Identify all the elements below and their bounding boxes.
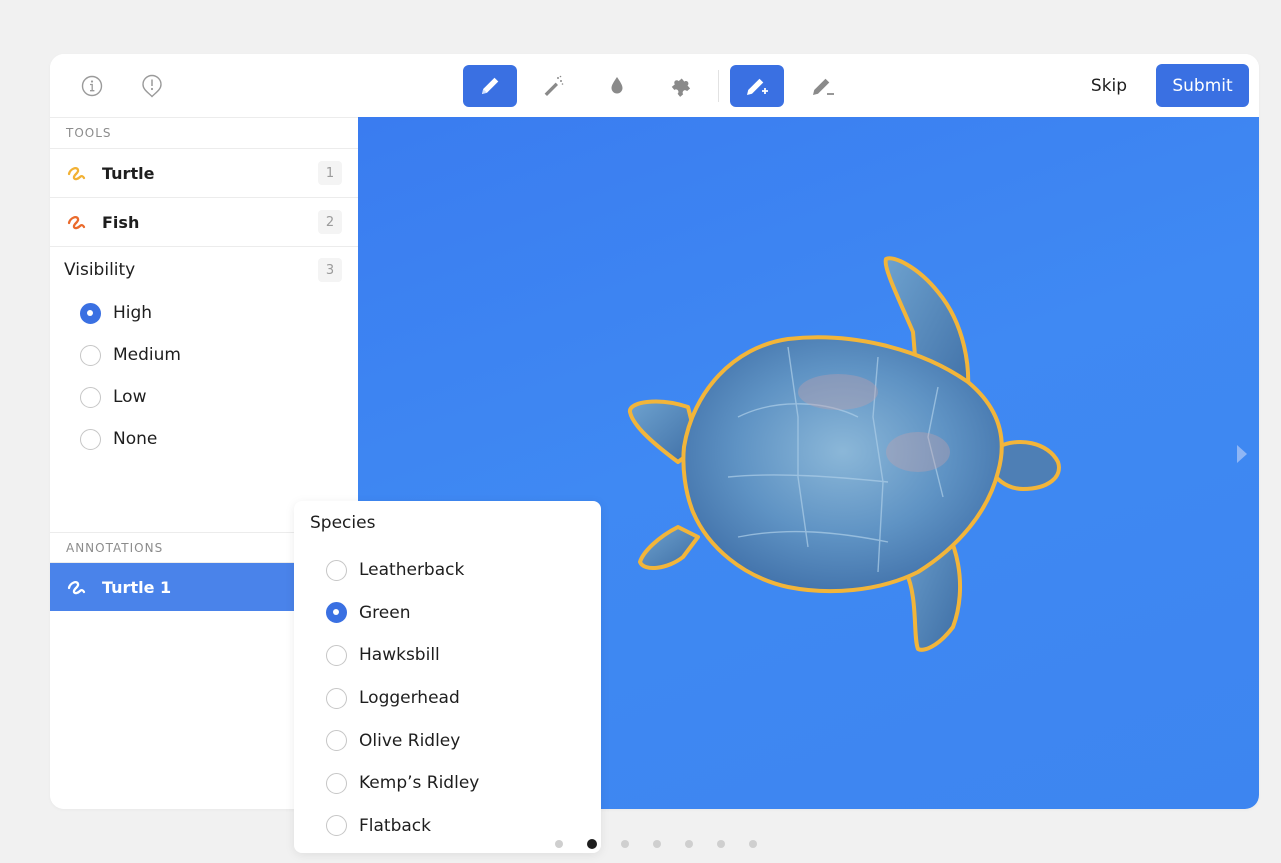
visibility-option-medium[interactable]: Medium [50, 334, 358, 376]
pencil-tool-button[interactable] [463, 65, 517, 107]
pagination-dots [555, 839, 781, 849]
radio-button[interactable] [80, 386, 101, 408]
page-dot-active[interactable] [587, 839, 597, 849]
remove-point-tool-button[interactable] [796, 65, 850, 107]
toolbar-divider [718, 70, 719, 102]
page-dot[interactable] [685, 840, 693, 848]
radio-button[interactable] [326, 815, 347, 837]
tool-item-label: Fish [102, 212, 140, 232]
radio-button[interactable] [326, 730, 347, 752]
page-dot[interactable] [653, 840, 661, 848]
visibility-title: Visibility 3 [50, 247, 358, 292]
species-option-olive-ridley[interactable]: Olive Ridley [326, 719, 479, 762]
tool-item-label: Turtle [102, 163, 155, 183]
species-popup: Species Leatherback Green Hawksbill Logg… [294, 501, 601, 853]
species-title: Species [310, 513, 376, 533]
shortcut-badge: 2 [318, 210, 342, 234]
radio-label: Olive Ridley [359, 730, 461, 751]
tool-item-turtle[interactable]: Turtle 1 [50, 149, 358, 198]
warning-icon[interactable] [140, 74, 164, 98]
radio-button[interactable] [326, 559, 347, 581]
magic-wand-tool-button[interactable] [526, 65, 580, 107]
visibility-option-none[interactable]: None [50, 418, 358, 460]
radio-label: Flatback [359, 815, 431, 836]
annotation-label: Turtle 1 [102, 577, 172, 597]
visibility-label: Visibility [64, 259, 136, 280]
radio-button[interactable] [326, 602, 347, 624]
drop-icon [611, 77, 623, 94]
puzzle-icon [671, 78, 691, 97]
page-dot[interactable] [555, 840, 563, 848]
add-point-tool-button[interactable] [730, 65, 784, 107]
shortcut-badge: 1 [318, 161, 342, 185]
toolbar: Skip Submit [50, 54, 1259, 117]
species-option-green[interactable]: Green [326, 592, 479, 635]
radio-label: Leatherback [359, 560, 465, 581]
radio-button[interactable] [326, 687, 347, 709]
tool-item-fish[interactable]: Fish 2 [50, 198, 358, 247]
radio-label: Hawksbill [359, 645, 440, 666]
next-image-arrow-icon[interactable] [1234, 442, 1250, 466]
radio-label: Green [359, 602, 411, 623]
radio-label: Low [113, 387, 147, 407]
pencil-plus-icon [747, 78, 768, 95]
freehand-icon [67, 581, 86, 595]
visibility-option-low[interactable]: Low [50, 376, 358, 418]
skip-button[interactable]: Skip [1080, 68, 1138, 104]
page-dot[interactable] [749, 840, 757, 848]
pencil-minus-icon [813, 78, 834, 95]
page-dot[interactable] [621, 840, 629, 848]
visibility-option-high[interactable]: High [50, 292, 358, 334]
shortcut-badge: 3 [318, 258, 342, 282]
radio-button[interactable] [80, 344, 101, 366]
freehand-icon [67, 216, 86, 230]
species-option-hawksbill[interactable]: Hawksbill [326, 634, 479, 677]
magic-wand-icon [544, 75, 564, 96]
radio-label: Medium [113, 345, 181, 365]
tools-section-header: TOOLS [50, 118, 358, 149]
page-dot[interactable] [717, 840, 725, 848]
radio-label: Loggerhead [359, 688, 460, 709]
species-option-kemps-ridley[interactable]: Kemp’s Ridley [326, 762, 479, 805]
radio-button[interactable] [80, 428, 101, 450]
radio-button[interactable] [326, 644, 347, 666]
radio-button[interactable] [326, 772, 347, 794]
puzzle-tool-button[interactable] [654, 65, 708, 107]
info-icon[interactable] [80, 74, 104, 98]
radio-label: High [113, 303, 153, 323]
annotation-app: Skip Submit TOOLS Turtle 1 Fish 2 Visibi… [50, 54, 1259, 809]
submit-button[interactable]: Submit [1156, 64, 1249, 107]
species-option-loggerhead[interactable]: Loggerhead [326, 677, 479, 720]
radio-label: Kemp’s Ridley [359, 773, 480, 794]
pencil-icon [482, 77, 499, 94]
species-option-leatherback[interactable]: Leatherback [326, 549, 479, 592]
species-option-flatback[interactable]: Flatback [326, 805, 479, 848]
species-list: Leatherback Green Hawksbill Loggerhead O… [326, 549, 479, 847]
radio-label: None [113, 429, 158, 449]
freehand-icon [67, 167, 86, 181]
drop-tool-button[interactable] [590, 65, 644, 107]
radio-button[interactable] [80, 302, 101, 324]
